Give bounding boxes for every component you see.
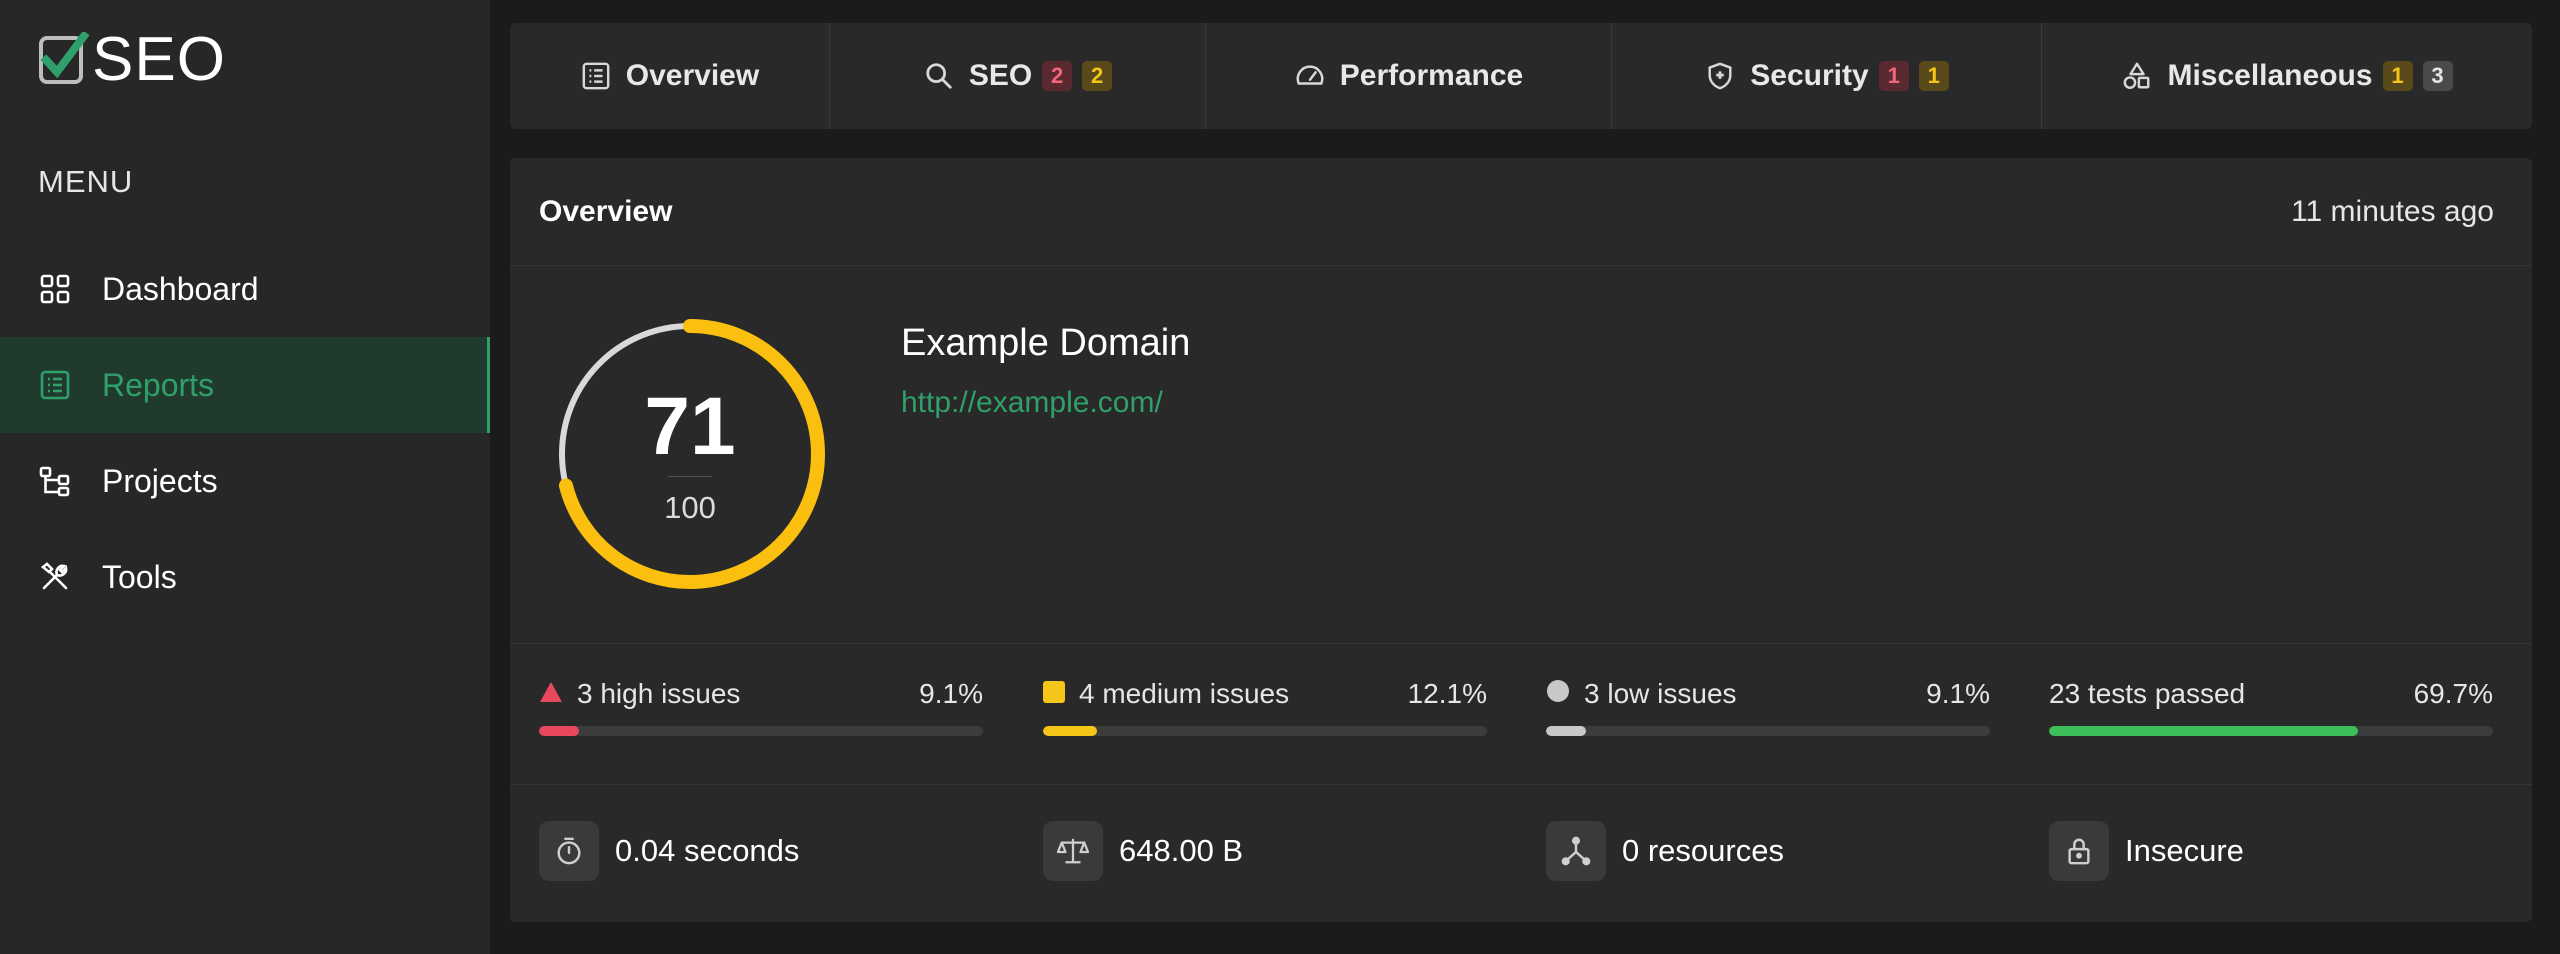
issue-percent: 9.1% (919, 678, 983, 709)
stat-label: Insecure (2125, 833, 2244, 868)
search-icon (923, 60, 955, 92)
stopwatch-icon (539, 821, 599, 881)
score-divider (668, 476, 712, 477)
issue-progress-fill (539, 726, 580, 736)
sidebar-item-projects[interactable]: Projects (0, 433, 490, 529)
triangle-icon (539, 678, 563, 710)
card-header: Overview 11 minutes ago (510, 158, 2532, 266)
shield-icon (1704, 60, 1736, 92)
issue-label: 3 low issues (1584, 678, 1737, 709)
stat-label: 0 resources (1622, 833, 1784, 868)
issues-breakdown: 3 high issues 9.1% 4 medium issues 12.1% (510, 644, 2532, 785)
report-timestamp: 11 minutes ago (2291, 194, 2494, 228)
issue-low[interactable]: 3 low issues 9.1% (1546, 676, 1990, 736)
issue-progress-track (539, 726, 983, 736)
site-url-link[interactable]: http://example.com/ (901, 386, 1163, 420)
tab-miscellaneous[interactable]: Miscellaneous 1 3 (2042, 23, 2532, 129)
project-tree-icon (38, 464, 72, 498)
tab-label: Security (1750, 59, 1869, 92)
tab-label: Performance (1339, 59, 1524, 92)
tab-performance[interactable]: Performance (1206, 23, 1612, 129)
medium-issues-badge: 1 (1918, 61, 1949, 91)
logo-text: SEO (92, 25, 226, 94)
circle-icon (1546, 678, 1570, 710)
sidebar-item-dashboard[interactable]: Dashboard (0, 241, 490, 337)
issue-label: 4 medium issues (1079, 678, 1290, 709)
tab-security[interactable]: Security 1 1 (1612, 23, 2042, 129)
sidebar-nav: Dashboard Reports Projects Tools (0, 241, 490, 625)
lock-icon (2049, 821, 2109, 881)
sidebar-item-reports[interactable]: Reports (0, 337, 490, 433)
low-issues-badge: 3 (2422, 61, 2453, 91)
sidebar: SEO MENU Dashboard Reports Projects Tool… (0, 0, 490, 954)
issue-progress-fill (1043, 726, 1097, 736)
issue-progress-fill (2049, 726, 2359, 736)
issue-percent: 9.1% (1926, 678, 1990, 709)
report-stats: 0.04 seconds 648.00 B 0 resources Insecu… (510, 785, 2532, 921)
report-tabs: Overview SEO 2 2 Performance Security 1 … (510, 23, 2532, 129)
sidebar-item-label: Tools (102, 558, 177, 595)
tab-label: Overview (625, 59, 760, 92)
issue-progress-track (1043, 726, 1487, 736)
shapes-icon (2121, 60, 2153, 92)
app-logo[interactable]: SEO (38, 25, 226, 94)
issue-passed[interactable]: 23 tests passed 69.7% (2049, 676, 2493, 736)
stat-label: 0.04 seconds (615, 833, 800, 868)
issue-progress-track (2049, 726, 2493, 736)
issue-percent: 69.7% (2413, 678, 2493, 709)
issue-percent: 12.1% (1407, 678, 1487, 709)
tab-overview[interactable]: Overview (510, 23, 830, 129)
score-gauge: 71 100 (554, 318, 826, 590)
tab-label: Miscellaneous (2167, 59, 2373, 92)
list-icon (580, 60, 612, 92)
card-title: Overview (539, 194, 673, 228)
tab-label: SEO (968, 59, 1033, 92)
issue-label: 3 high issues (577, 678, 741, 709)
issue-label: 23 tests passed (2049, 678, 2246, 709)
high-issues-badge: 2 (1042, 61, 1073, 91)
stat-https: Insecure (2049, 821, 2244, 881)
score-value: 71 (644, 381, 736, 472)
overview-card: Overview 11 minutes ago 71 100 Example D… (510, 158, 2532, 922)
square-icon (1043, 678, 1065, 710)
grid-icon (38, 272, 72, 306)
stat-page-size: 648.00 B (1043, 821, 1243, 881)
issue-high[interactable]: 3 high issues 9.1% (539, 676, 983, 736)
site-name: Example Domain (901, 322, 1191, 364)
medium-issues-badge: 1 (2382, 61, 2413, 91)
tools-icon (38, 560, 72, 594)
score-max: 100 (664, 490, 716, 525)
issue-progress-fill (1546, 726, 1587, 736)
score-summary: 71 100 Example Domain http://example.com… (510, 266, 2532, 644)
issue-medium[interactable]: 4 medium issues 12.1% (1043, 676, 1487, 736)
tab-seo[interactable]: SEO 2 2 (830, 23, 1206, 129)
stat-label: 648.00 B (1119, 833, 1244, 868)
issue-progress-track (1546, 726, 1990, 736)
stat-resources: 0 resources (1546, 821, 1784, 881)
report-list-icon (38, 368, 72, 402)
network-icon (1546, 821, 1606, 881)
sidebar-item-tools[interactable]: Tools (0, 529, 490, 625)
high-issues-badge: 1 (1878, 61, 1909, 91)
speedometer-icon (1294, 60, 1326, 92)
medium-issues-badge: 2 (1082, 61, 1113, 91)
stat-load-time: 0.04 seconds (539, 821, 799, 881)
sidebar-item-label: Projects (102, 462, 218, 499)
menu-heading: MENU (38, 164, 134, 199)
logo-check-icon (38, 30, 90, 88)
sidebar-item-label: Dashboard (102, 270, 259, 307)
sidebar-item-label: Reports (102, 366, 215, 403)
scale-icon (1043, 821, 1103, 881)
